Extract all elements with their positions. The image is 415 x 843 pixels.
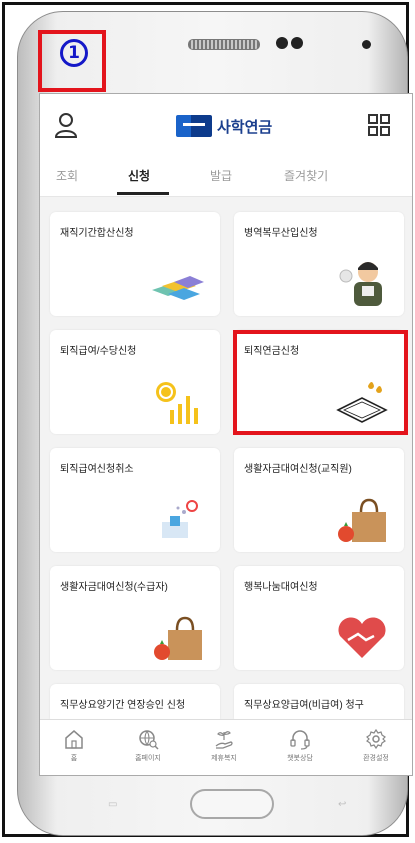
card-label: 생활자금대여신청(교직원) xyxy=(244,464,352,475)
nav-label: 환경설정 xyxy=(363,755,389,762)
coin-chart-icon xyxy=(156,382,198,424)
card-living-loan-staff[interactable]: 생활자금대여신청(교직원) xyxy=(234,448,404,552)
tablet-coins-icon xyxy=(336,382,388,423)
card-occupational-care-claim[interactable]: 직무상요양급여(비급여) 청구 xyxy=(234,684,404,724)
tab-favorites[interactable]: 즐겨찾기 xyxy=(284,167,328,184)
tab-issue[interactable]: 발급 xyxy=(210,167,232,184)
active-tab-indicator xyxy=(117,192,169,195)
bottom-nav: 홈 홈페이지 제휴복지 챗봇상담 환경설정 xyxy=(40,719,412,775)
nav-label: 홈페이지 xyxy=(135,755,161,762)
back-key-icon[interactable]: ↩ xyxy=(338,799,346,810)
card-label: 생활자금대여신청(수급자) xyxy=(60,582,168,593)
logo-mark-icon xyxy=(176,115,212,137)
hardware-home-button[interactable] xyxy=(190,789,274,819)
shopping-bag-icon xyxy=(338,498,386,542)
card-label: 병역복무산입신청 xyxy=(244,228,318,239)
card-military-service[interactable]: 병역복무산입신청 xyxy=(234,212,404,316)
folders-icon xyxy=(152,276,204,300)
screenshot-frame: 사학연금 조회 신청 발급 즐겨찾기 재직기간합산신청 병역복무산입신청 퇴직급… xyxy=(2,2,413,837)
tab-apply[interactable]: 신청 xyxy=(128,167,150,184)
globe-search-icon xyxy=(139,730,159,750)
home-icon xyxy=(65,730,83,749)
recent-apps-key-icon[interactable]: ▭ xyxy=(108,799,117,810)
card-label: 퇴직연금신청 xyxy=(244,346,300,357)
shopping-bag-icon xyxy=(154,616,202,660)
gear-icon xyxy=(366,728,386,750)
nav-settings[interactable]: 환경설정 xyxy=(346,728,406,763)
nav-label: 제휴복지 xyxy=(211,755,237,762)
logo-text: 사학연금 xyxy=(217,118,273,136)
card-label: 퇴직급여신청취소 xyxy=(60,464,134,475)
nav-welfare[interactable]: 제휴복지 xyxy=(194,728,254,763)
card-label: 직무상요양급여(비급여) 청구 xyxy=(244,700,364,711)
card-label: 퇴직급여/수당신청 xyxy=(60,346,137,357)
phone-speaker xyxy=(188,39,260,50)
cancel-document-icon xyxy=(162,500,198,538)
card-label: 재직기간합산신청 xyxy=(60,228,134,239)
nav-chatbot[interactable]: 챗봇상담 xyxy=(270,728,330,763)
nav-label: 챗봇상담 xyxy=(287,755,313,762)
card-retirement-pension[interactable]: 퇴직연금신청 xyxy=(234,330,404,434)
card-label: 행복나눔대여신청 xyxy=(244,582,318,593)
card-living-loan-recipient[interactable]: 생활자금대여신청(수급자) xyxy=(50,566,220,670)
card-label: 직무상요양기간 연장승인 신청 xyxy=(60,700,186,711)
card-retirement-benefit[interactable]: 퇴직급여/수당신청 xyxy=(50,330,220,434)
tab-bar: 조회 신청 발급 즐겨찾기 xyxy=(40,154,412,197)
grid-menu-icon[interactable] xyxy=(368,114,390,136)
front-sensor xyxy=(291,37,303,49)
front-sensor xyxy=(276,37,288,49)
app-logo[interactable]: 사학연금 xyxy=(176,115,272,137)
card-happiness-loan[interactable]: 행복나눔대여신청 xyxy=(234,566,404,670)
soldier-icon xyxy=(339,262,382,306)
front-camera xyxy=(362,40,371,49)
card-occupational-care-extension[interactable]: 직무상요양기간 연장승인 신청 xyxy=(50,684,220,724)
headset-icon xyxy=(290,730,310,750)
step-number-marker: 1 xyxy=(60,39,88,67)
nav-label: 홈 xyxy=(70,755,78,762)
heart-handshake-icon xyxy=(338,617,386,658)
card-service-period-merge[interactable]: 재직기간합산신청 xyxy=(50,212,220,316)
user-icon[interactable] xyxy=(54,112,78,138)
nav-homepage[interactable]: 홈페이지 xyxy=(118,728,178,763)
nav-home[interactable]: 홈 xyxy=(44,728,104,763)
app-screen: 사학연금 조회 신청 발급 즐겨찾기 재직기간합산신청 병역복무산입신청 퇴직급… xyxy=(39,93,413,776)
hand-plant-icon xyxy=(215,731,233,749)
tab-inquiry[interactable]: 조회 xyxy=(56,167,78,184)
app-header: 사학연금 xyxy=(40,94,412,154)
phone-body: 사학연금 조회 신청 발급 즐겨찾기 재직기간합산신청 병역복무산입신청 퇴직급… xyxy=(17,11,413,836)
card-retirement-benefit-cancel[interactable]: 퇴직급여신청취소 xyxy=(50,448,220,552)
